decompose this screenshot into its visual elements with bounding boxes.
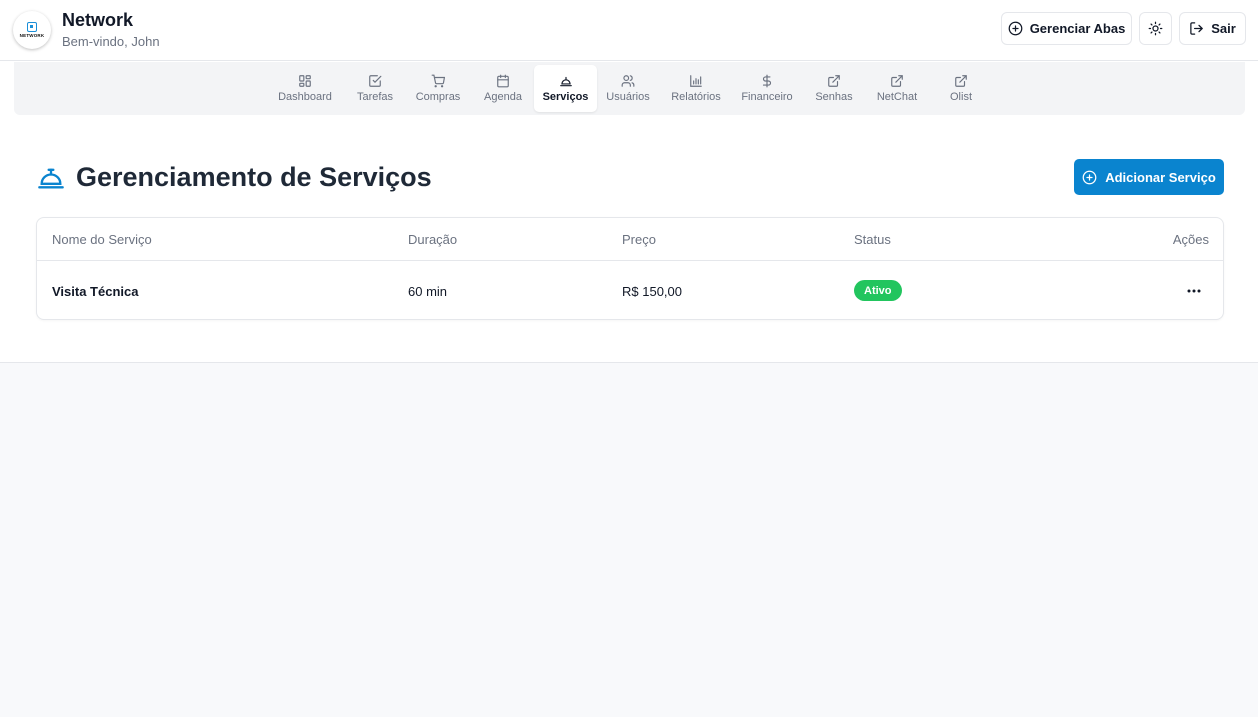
- tab-tarefas[interactable]: Tarefas: [347, 65, 403, 112]
- table-row[interactable]: Visita Técnica 60 min R$ 150,00 Ativo: [37, 262, 1223, 320]
- tab-agenda[interactable]: Agenda: [475, 65, 531, 112]
- bell-concierge-icon: [559, 76, 572, 87]
- status-badge: Ativo: [854, 280, 902, 301]
- tab-label: Senhas: [815, 91, 853, 103]
- logo: NETWORK: [13, 11, 51, 49]
- theme-toggle-button[interactable]: [1139, 12, 1172, 45]
- tab-netchat[interactable]: NetChat: [871, 65, 923, 112]
- external-link-icon: [828, 75, 840, 87]
- tab-olist[interactable]: Olist: [939, 65, 983, 112]
- external-link-icon: [955, 75, 967, 87]
- tab-usuarios[interactable]: Usuários: [602, 65, 654, 112]
- plus-circle-icon: [1082, 170, 1097, 184]
- check-square-icon: [369, 75, 382, 87]
- tab-financeiro[interactable]: Financeiro: [735, 65, 799, 112]
- column-header-status: Status: [854, 232, 891, 247]
- column-header-actions: Ações: [1172, 232, 1209, 247]
- tab-label: Dashboard: [278, 91, 332, 103]
- logo-text: NETWORK: [19, 33, 45, 38]
- bar-chart-icon: [690, 75, 702, 87]
- column-header-price: Preço: [622, 232, 656, 247]
- cart-icon: [431, 74, 445, 88]
- tab-label: Olist: [950, 91, 972, 103]
- users-icon: [621, 75, 635, 87]
- tab-bar: Dashboard Tarefas Compras Agenda Serviço…: [14, 62, 1245, 115]
- services-table: Nome do Serviço Duração Preço Status Açõ…: [36, 217, 1224, 320]
- manage-tabs-label: Gerenciar Abas: [1029, 21, 1126, 36]
- tab-compras[interactable]: Compras: [410, 65, 466, 112]
- calendar-icon: [497, 74, 509, 88]
- sun-icon: [1148, 21, 1163, 36]
- table-header: Nome do Serviço Duração Preço Status Açõ…: [37, 218, 1223, 261]
- add-service-button[interactable]: Adicionar Serviço: [1074, 159, 1224, 195]
- app-header: NETWORK Network Bem-vindo, John Gerencia…: [0, 0, 1258, 61]
- tab-label: Relatórios: [671, 91, 721, 103]
- tab-label: Financeiro: [741, 91, 793, 103]
- dashboard-icon: [299, 75, 311, 87]
- add-service-label: Adicionar Serviço: [1105, 169, 1216, 185]
- tab-label: Tarefas: [356, 91, 394, 103]
- column-header-duration: Duração: [408, 232, 458, 247]
- logo-mark-icon: [27, 22, 37, 32]
- page-title: Gerenciamento de Serviços: [76, 162, 432, 192]
- logout-icon: [1190, 22, 1203, 35]
- service-price: R$ 150,00: [622, 284, 682, 299]
- tab-label: Usuários: [606, 91, 650, 103]
- tab-label: Compras: [415, 91, 461, 103]
- plus-circle-icon: [1008, 21, 1023, 36]
- logout-label: Sair: [1211, 21, 1236, 36]
- tab-senhas[interactable]: Senhas: [810, 65, 858, 112]
- column-header-name: Nome do Serviço: [52, 232, 152, 247]
- welcome-text: Bem-vindo, John: [62, 34, 160, 49]
- tab-servicos[interactable]: Serviços: [534, 65, 597, 112]
- more-actions-button[interactable]: [1185, 282, 1203, 300]
- external-link-icon: [891, 75, 903, 87]
- bell-concierge-icon: [38, 168, 64, 189]
- tab-label: Agenda: [484, 91, 522, 103]
- tab-relatorios[interactable]: Relatórios: [664, 65, 728, 112]
- manage-tabs-button[interactable]: Gerenciar Abas: [1001, 12, 1132, 45]
- logout-button[interactable]: Sair: [1179, 12, 1246, 45]
- tab-label: Serviços: [542, 91, 589, 103]
- dollar-icon: [762, 74, 772, 88]
- tab-dashboard[interactable]: Dashboard: [271, 65, 339, 112]
- more-horizontal-icon: [1187, 289, 1201, 293]
- app-name: Network: [62, 10, 134, 30]
- tab-label: NetChat: [876, 91, 918, 103]
- service-name: Visita Técnica: [52, 284, 139, 299]
- service-duration: 60 min: [408, 284, 448, 299]
